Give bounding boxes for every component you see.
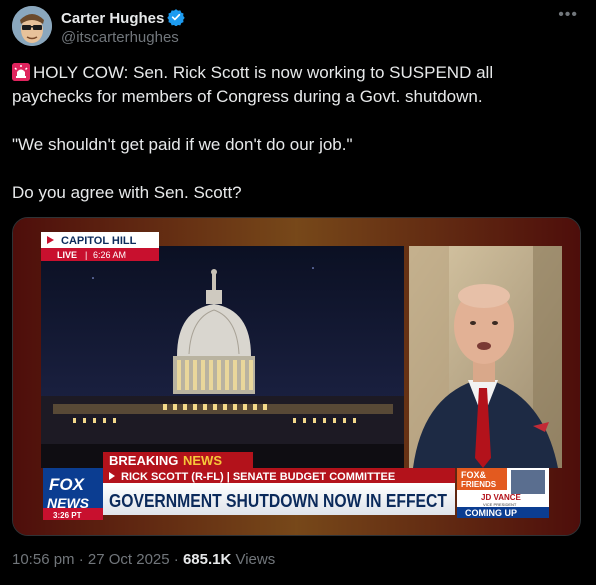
headline-text: GOVERNMENT SHUTDOWN NOW IN EFFECT <box>109 491 447 511</box>
live-time: 6:26 AM <box>93 250 126 260</box>
live-label: LIVE <box>57 250 77 260</box>
video-frame: CAPITOL HILL LIVE | 6:26 AM BREAKING NEW… <box>13 218 580 535</box>
fox-logo-time: 3:26 PT <box>53 511 82 520</box>
post-video[interactable]: CAPITOL HILL LIVE | 6:26 AM BREAKING NEW… <box>12 217 581 536</box>
author-name-row[interactable]: Carter Hughes <box>61 8 186 30</box>
capitol-panel <box>41 246 404 468</box>
post-line-3: Do you agree with Sen. Scott? <box>12 183 242 202</box>
verified-badge-icon <box>167 8 186 30</box>
avatar-illustration <box>12 6 52 46</box>
fox-logo-line1: FOX <box>49 475 86 494</box>
location-label: CAPITOL HILL LIVE | 6:26 AM <box>41 232 159 261</box>
promo-title: VICE PRESIDENT <box>483 502 517 507</box>
location-text: CAPITOL HILL <box>61 235 137 247</box>
author-name[interactable]: Carter Hughes <box>61 10 164 27</box>
breaking-label: BREAKING <box>109 453 178 468</box>
promo-cta: COMING UP <box>465 508 517 518</box>
senator-panel <box>409 246 562 468</box>
promo-line2: FRIENDS <box>461 480 497 489</box>
author-avatar[interactable] <box>12 6 52 46</box>
promo-name: JD VANCE <box>481 493 522 502</box>
news-label: NEWS <box>183 453 222 468</box>
post-metadata: 10:56 pm · 27 Oct 2025 · 685.1K Views <box>12 551 275 568</box>
siren-emoji-icon <box>12 63 30 81</box>
author-handle[interactable]: @itscarterhughes <box>61 29 179 46</box>
more-options-icon[interactable]: ••• <box>558 6 578 24</box>
view-count: 685.1K <box>182 551 232 568</box>
post-line-2: "We shouldn't get paid if we don't do ou… <box>12 135 353 154</box>
svg-text:|: | <box>85 250 87 260</box>
subtitle-text: RICK SCOTT (R-FL) | SENATE BUDGET COMMIT… <box>121 471 395 483</box>
post-text: HOLY COW: Sen. Rick Scott is now working… <box>12 61 577 205</box>
promo-line1: FOX& <box>461 470 487 480</box>
post-time[interactable]: 10:56 pm · 27 Oct 2025 · <box>12 551 183 568</box>
post-line-1: HOLY COW: Sen. Rick Scott is now working… <box>12 63 494 106</box>
views-label: Views <box>231 551 276 568</box>
